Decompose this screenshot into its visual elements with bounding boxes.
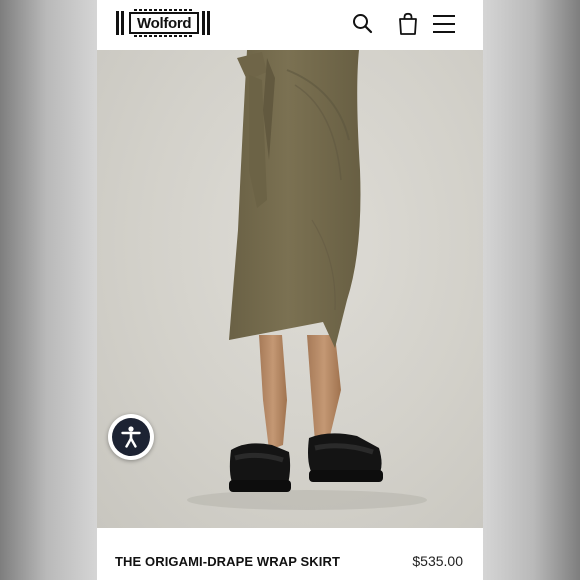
shopping-bag-icon [399, 12, 417, 35]
site-header: Wolford [97, 0, 483, 50]
product-image[interactable] [97, 50, 483, 528]
product-title[interactable]: THE ORIGAMI-DRAPE WRAP SKIRT [115, 554, 340, 569]
logo-box: Wolford [129, 9, 200, 37]
logo-bar [116, 11, 119, 35]
brand-name: Wolford [137, 14, 192, 32]
menu-button[interactable] [430, 10, 458, 38]
logo-bar [202, 11, 206, 35]
accessibility-button-inner [112, 418, 150, 456]
logo-bar [121, 11, 124, 35]
accessibility-button[interactable] [108, 414, 154, 460]
hamburger-menu-icon [433, 15, 455, 33]
cart-button[interactable] [394, 10, 422, 38]
product-price: $535.00 [412, 553, 463, 569]
product-info-bar: THE ORIGAMI-DRAPE WRAP SKIRT $535.00 [97, 528, 483, 580]
product-photo [187, 50, 427, 510]
brand-logo[interactable]: Wolford [116, 9, 212, 37]
mobile-page: Wolford THE ORIGAMI-DRAPE WRAP SKIRT $53… [97, 0, 483, 580]
search-icon [353, 14, 373, 34]
search-button[interactable] [349, 10, 377, 38]
accessibility-icon [121, 426, 141, 448]
logo-bar [207, 11, 211, 35]
